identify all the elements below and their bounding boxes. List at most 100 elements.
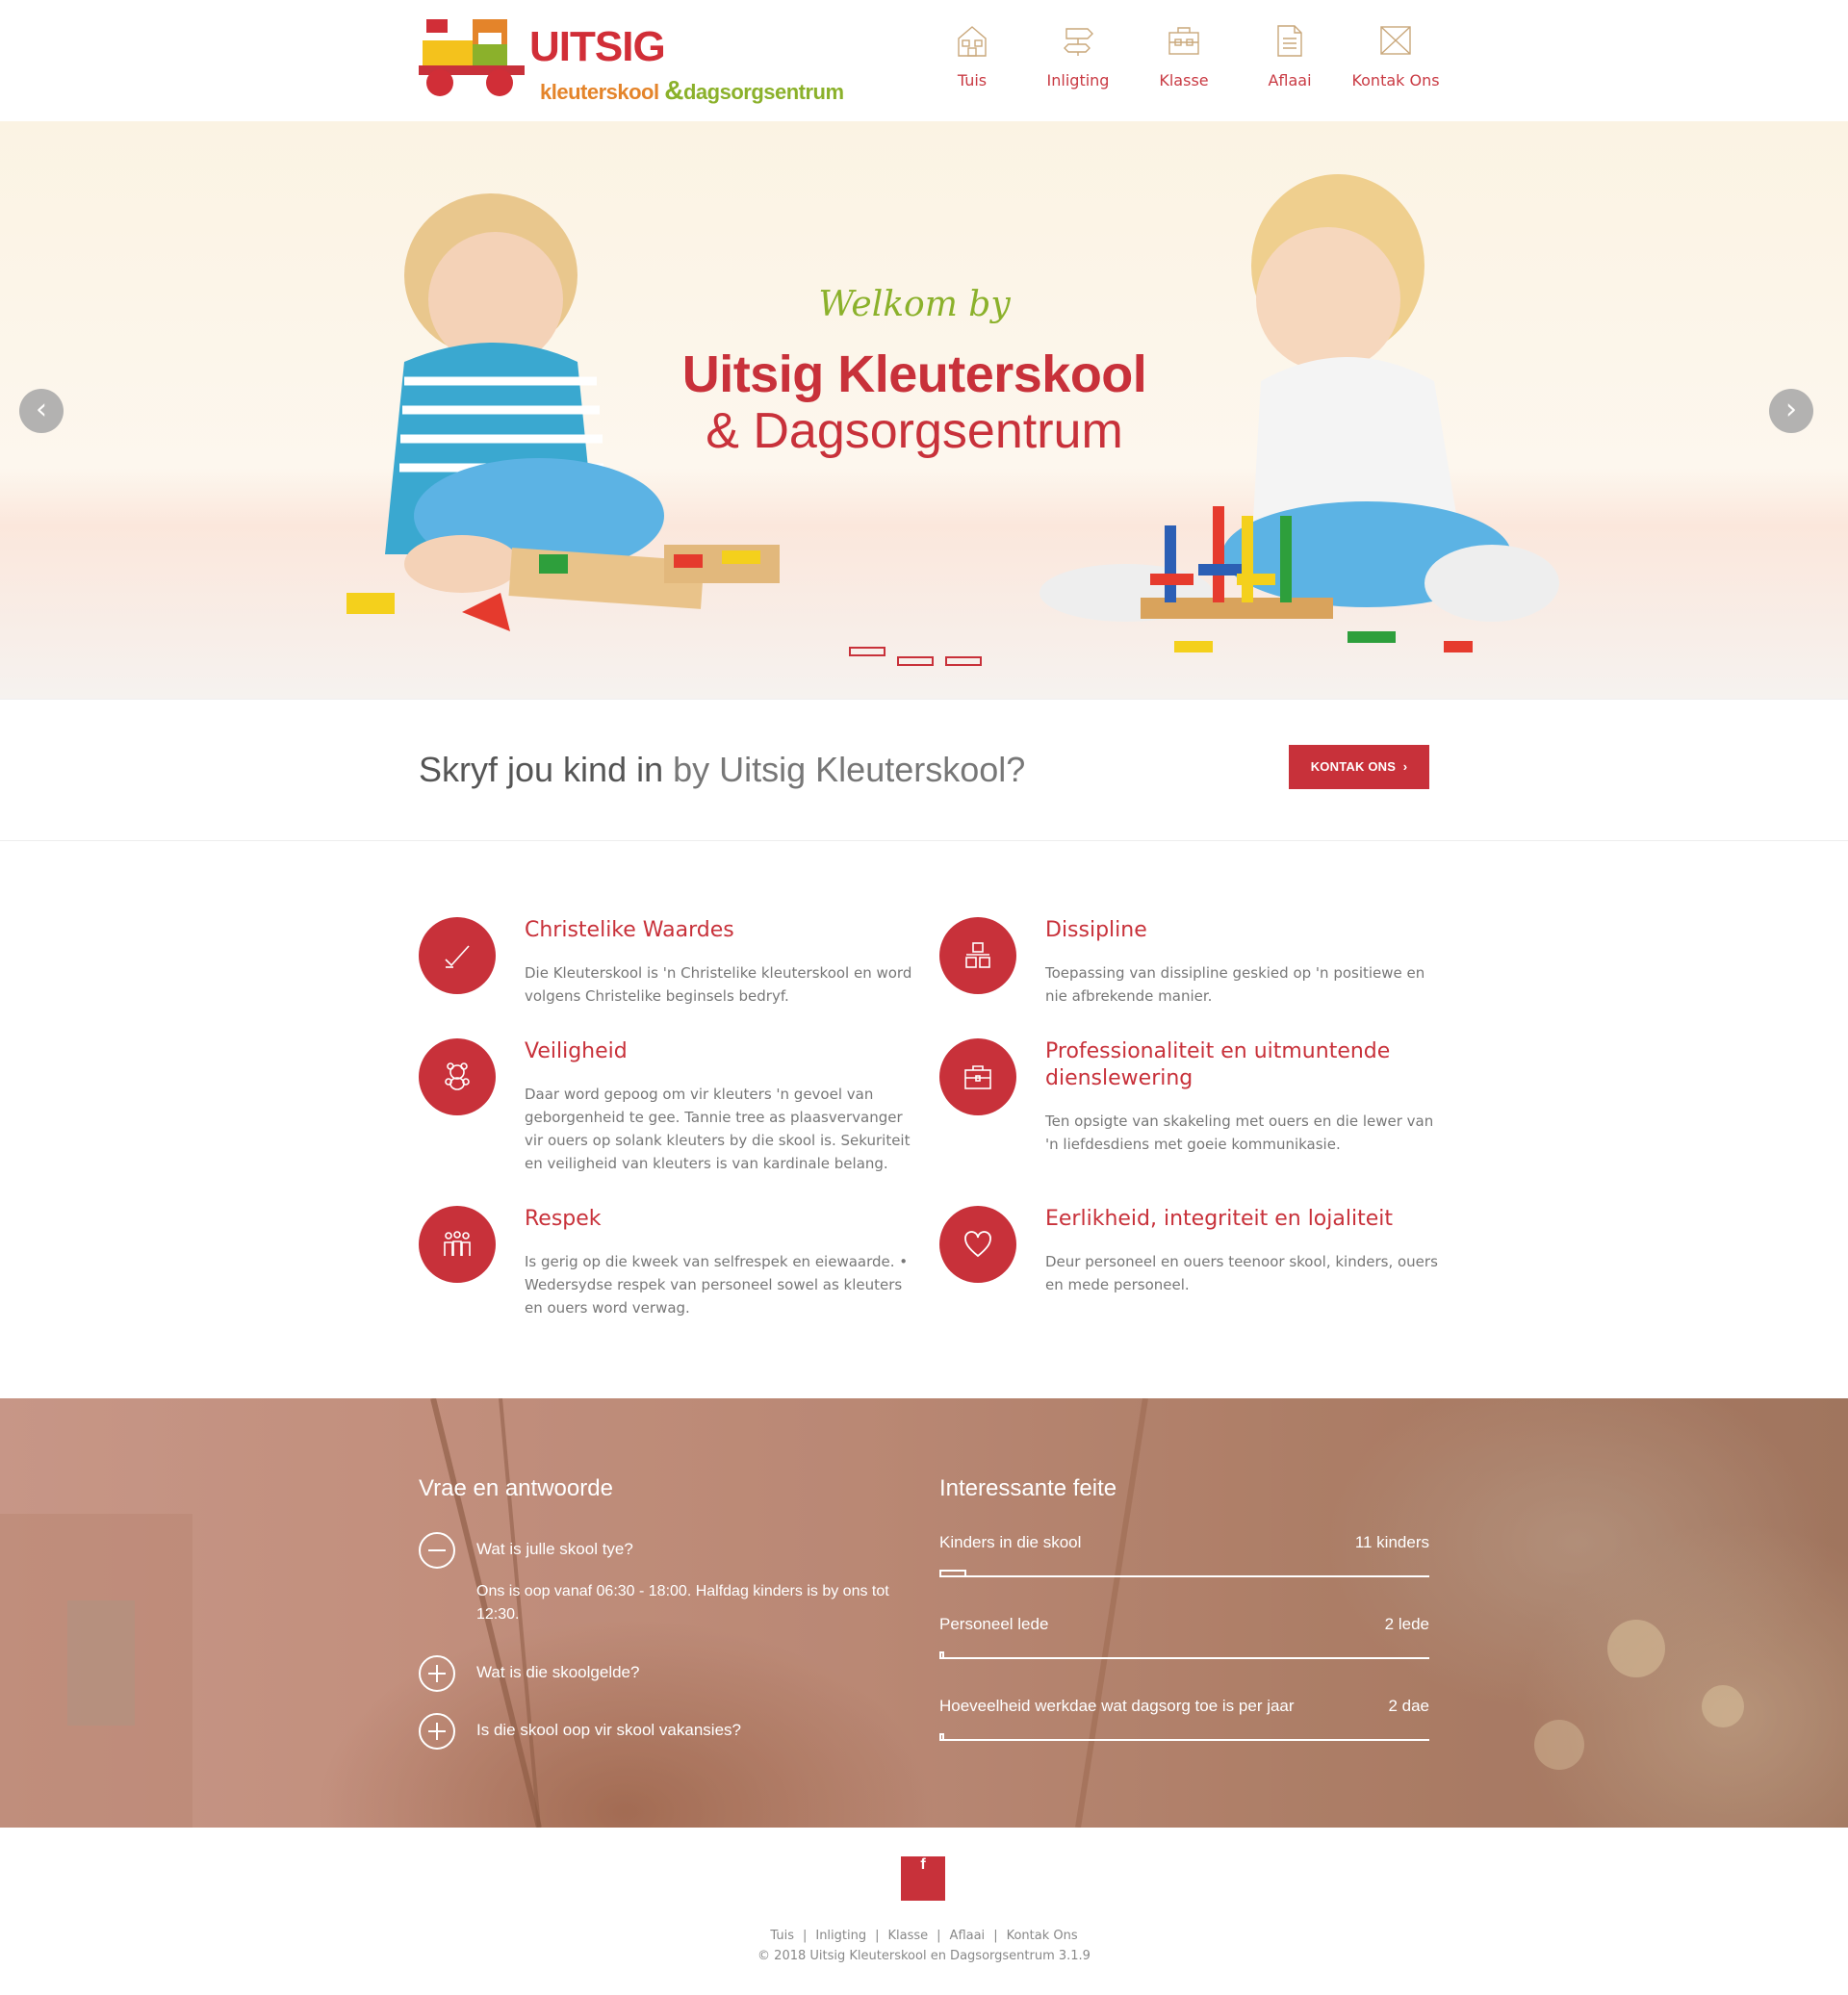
nav-item-klasse[interactable]: Klasse [1131, 23, 1237, 90]
plus-circle-icon[interactable] [419, 1655, 455, 1692]
fact-progress-track [939, 1657, 1429, 1659]
feature-icon-circle [939, 1206, 1016, 1283]
nav-item-inligting[interactable]: Inligting [1025, 23, 1131, 90]
site-header: UITSIG kleuterskool &dagsorgsentrum Tuis… [0, 0, 1848, 121]
nav-label-kontak-ons: Kontak Ons [1351, 71, 1440, 90]
feature-title: Respek [525, 1207, 602, 1231]
slider-dot-1[interactable] [849, 647, 886, 656]
people-icon [444, 1231, 471, 1256]
toolbox-icon [1168, 27, 1199, 55]
house-icon [958, 26, 987, 57]
nav-item-kontak-ons[interactable]: Kontak Ons [1343, 23, 1449, 90]
logo-subtitle: kleuterskool &dagsorgsentrum [540, 75, 844, 106]
feature-icon-circle [939, 1038, 1016, 1115]
slider-dot-2[interactable] [897, 656, 934, 666]
fact-progress-track [939, 1575, 1429, 1577]
nav-item-aflaai[interactable]: Aflaai [1237, 23, 1343, 90]
feature-title: Dissipline [1045, 918, 1147, 942]
slider-next-button[interactable]: › [1769, 389, 1813, 433]
nav-label-aflaai: Aflaai [1268, 71, 1312, 90]
minus-circle-icon[interactable] [419, 1532, 455, 1569]
feature-title: Christelike Waardes [525, 918, 734, 942]
faq-question[interactable]: Wat is julle skool tye? [476, 1540, 633, 1559]
feature-title: Veiligheid [525, 1039, 628, 1063]
footer-separator: | [802, 1929, 808, 1943]
facebook-button[interactable]: f [901, 1856, 945, 1901]
kontak-ons-label: KONTAK ONS [1310, 759, 1397, 774]
fact-value: 11 kinders [1354, 1533, 1429, 1551]
fact-kinders: Kinders in die skool 11 kinders [939, 1533, 1429, 1581]
footer-link-tuis[interactable]: Tuis [770, 1929, 794, 1943]
hero-title: Uitsig Kleuterskool [681, 345, 1147, 403]
fact-value: 2 dae [1388, 1697, 1429, 1715]
feature-icon-circle [419, 1206, 496, 1283]
briefcase-icon [964, 1065, 991, 1089]
fact-progress-track [939, 1739, 1429, 1741]
cta-light-text: by Uitsig Kleuterskool? [673, 750, 1026, 789]
signpost-icon [1064, 28, 1093, 56]
feature-text: Daar word gepoog om vir kleuters 'n gevo… [525, 1086, 911, 1172]
feature-text: Die Kleuterskool is 'n Christelike kleut… [525, 964, 912, 1005]
fact-personeel: Personeel lede 2 lede [939, 1615, 1429, 1663]
kontak-ons-button[interactable]: KONTAK ONS › [1289, 745, 1429, 789]
footer-link-kontak-ons[interactable]: Kontak Ons [1007, 1929, 1078, 1943]
logo[interactable]: UITSIG kleuterskool &dagsorgsentrum [419, 15, 871, 106]
envelope-icon [1380, 26, 1411, 55]
cta-text: Skryf jou kind in by Uitsig Kleuterskool… [419, 750, 1025, 790]
feature-text: Deur personeel en ouers teenoor skool, k… [1045, 1253, 1438, 1293]
footer-separator: | [875, 1929, 880, 1943]
nav-label-tuis: Tuis [957, 71, 988, 90]
document-icon [1277, 25, 1302, 57]
train-logo-icon [419, 19, 525, 96]
heart-icon [964, 1231, 991, 1258]
fact-value: 2 lede [1384, 1615, 1429, 1633]
faq-facts-section: Vrae en antwoorde Interessante feite Wat… [0, 1398, 1848, 1828]
fact-label: Hoeveelheid werkdae wat dagsorg toe is p… [939, 1697, 1295, 1715]
fact-werkdae: Hoeveelheid werkdae wat dagsorg toe is p… [939, 1697, 1429, 1745]
footer-link-klasse[interactable]: Klasse [888, 1929, 929, 1943]
nav-label-klasse: Klasse [1159, 71, 1209, 90]
fact-progress-fill [939, 1733, 944, 1741]
feature-title: Professionaliteit en uitmuntende diensle… [1045, 1039, 1391, 1090]
blocks-icon [965, 942, 990, 968]
nav-label-inligting: Inligting [1046, 71, 1110, 90]
feature-icon-circle [419, 1038, 496, 1115]
facts-heading: Interessante feite [939, 1475, 1117, 1501]
hero-slider: Welkom by Uitsig Kleuterskool & Dagsorgs… [0, 121, 1848, 699]
faq-question[interactable]: Wat is die skoolgelde? [476, 1663, 639, 1682]
feature-icon-circle [939, 917, 1016, 994]
feature-text: Ten opsigte van skakeling met ouers en d… [1045, 1113, 1434, 1153]
slider-dot-3[interactable] [945, 656, 982, 666]
fact-label: Kinders in die skool [939, 1533, 1082, 1551]
slider-prev-button[interactable]: ‹ [19, 389, 64, 433]
chevron-right-icon: › [1785, 393, 1797, 426]
checkmark-icon [445, 945, 470, 968]
chevron-left-icon: ‹ [36, 393, 47, 426]
feature-text: Is gerig op die kweek van selfrespek en … [525, 1253, 909, 1317]
footer-separator: | [993, 1929, 998, 1943]
logo-sub-kleuterskool: kleuterskool [540, 80, 659, 104]
footer-separator: | [937, 1929, 941, 1943]
logo-brand: UITSIG [529, 23, 666, 70]
fact-label: Personeel lede [939, 1615, 1049, 1633]
footer-link-inligting[interactable]: Inligting [815, 1929, 866, 1943]
slider-pagination [849, 647, 984, 666]
fact-progress-fill [939, 1570, 966, 1577]
footer-link-aflaai[interactable]: Aflaai [950, 1929, 986, 1943]
teddy-bear-icon [445, 1062, 470, 1090]
feature-title: Eerlikheid, integriteit en lojaliteit [1045, 1207, 1393, 1231]
cta-bold-text: Skryf jou kind in [419, 750, 664, 789]
feature-icon-circle [419, 917, 496, 994]
plus-circle-icon[interactable] [419, 1713, 455, 1750]
faq-heading: Vrae en antwoorde [419, 1475, 613, 1501]
faq-answer: Ons is oop vanaf 06:30 - 18:00. Halfdag … [476, 1583, 889, 1623]
enrol-cta-section: Skryf jou kind in by Uitsig Kleuterskool… [0, 699, 1848, 841]
facebook-icon: f [920, 1856, 926, 1873]
nav-item-tuis[interactable]: Tuis [919, 23, 1025, 90]
chevron-right-icon: › [1402, 759, 1408, 774]
logo-sub-dagsorgsentrum: dagsorgsentrum [682, 80, 844, 104]
logo-ampersand: & [664, 75, 683, 105]
copyright: © 2018 Uitsig Kleuterskool en Dagsorgsen… [757, 1949, 1091, 1963]
faq-question[interactable]: Is die skool oop vir skool vakansies? [476, 1721, 741, 1740]
hero-welcome-text: Welkom by [818, 285, 1011, 324]
